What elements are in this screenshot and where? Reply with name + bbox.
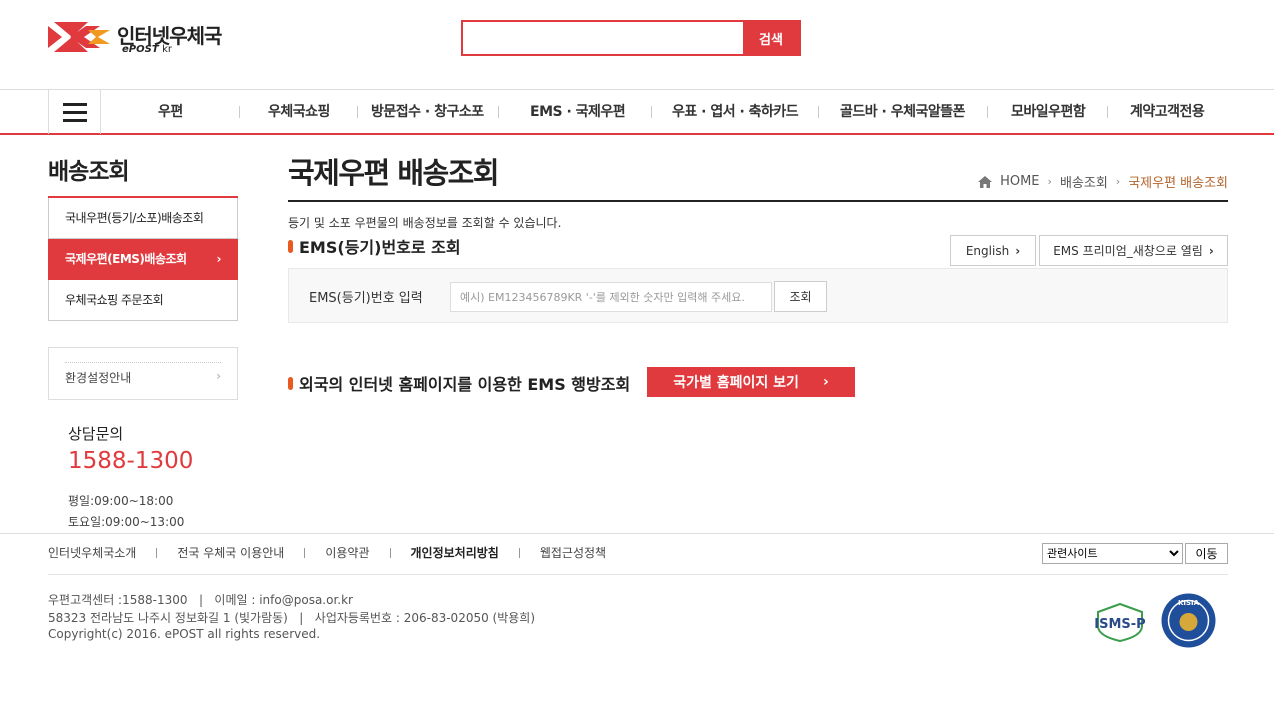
footer-link-offices[interactable]: 전국 우체국 이용안내: [177, 544, 284, 561]
country-homepage-button[interactable]: 국가별 홈페이지 보기 ›: [647, 367, 855, 397]
gnb-divider: [818, 106, 819, 118]
env-settings-label: 환경설정안내: [65, 371, 132, 385]
hamburger-icon-bar: [62, 102, 87, 106]
gnb-item-goldbar[interactable]: 골드바 · 우체국알뜰폰: [840, 90, 966, 134]
sidebar-title: 배송조회: [48, 159, 130, 185]
gnb-item-shopping[interactable]: 우체국쇼핑: [268, 90, 330, 134]
gnb-divider: [357, 106, 358, 118]
english-button[interactable]: English ›: [950, 235, 1036, 266]
sidebar-item-label: 국제우편(EMS)배송조회: [65, 252, 187, 266]
search-button[interactable]: 검색: [743, 22, 799, 54]
gnb-item-mobile[interactable]: 모바일우편함: [1011, 90, 1086, 134]
english-button-label: English: [965, 243, 1010, 258]
footer-link-divider: [156, 547, 158, 558]
footer-divider: [48, 574, 1228, 575]
footer-link-accessibility[interactable]: 웹접근성정책: [540, 544, 606, 561]
chevron-right-icon: ›: [1208, 243, 1214, 258]
page-title: 국제우편 배송조회: [288, 156, 500, 190]
gnb-divider: [651, 106, 652, 118]
all-menu-button[interactable]: [48, 90, 101, 134]
section-foreign-title-text: 외국의 인터넷 홈페이지를 이용한 EMS 행방조회: [299, 375, 631, 394]
footer-address: 58323 전라남도 나주시 정보화길 1 (빛가람동) | 사업자등록번호 :…: [48, 611, 536, 625]
chevron-right-icon: ›: [1015, 243, 1021, 258]
home-icon: [978, 175, 993, 188]
footer-link-divider: [389, 547, 391, 558]
ems-premium-label: EMS 프리미엄_새창으로 열림: [1053, 244, 1203, 258]
epost-logo-icon: [48, 22, 110, 52]
gnb-divider: [498, 106, 499, 118]
gnb-divider: [1107, 106, 1108, 118]
gnb-divider: [239, 106, 240, 118]
ems-search-form: EMS(등기)번호 입력 조회: [288, 268, 1228, 323]
gnb-item-ems[interactable]: EMS · 국제우편: [530, 90, 626, 134]
logo-subtitle: ePOST kr: [122, 44, 172, 55]
kisia-badge-icon: KISIA: [1161, 593, 1216, 648]
counsel-saturday-hours: 토요일:09:00~13:00: [68, 515, 185, 529]
related-sites-go-button[interactable]: 이동: [1185, 543, 1228, 564]
sidebar-item-label: 우체국쇼핑 주문조회: [65, 293, 164, 307]
sidebar-item-shopping-order[interactable]: 우체국쇼핑 주문조회: [48, 280, 238, 321]
footer-link-privacy[interactable]: 개인정보처리방침: [411, 544, 499, 561]
ems-number-input[interactable]: [450, 282, 772, 312]
breadcrumb-current: 국제우편 배송조회: [1128, 176, 1228, 191]
ems-number-label: EMS(등기)번호 입력: [309, 291, 423, 306]
chevron-right-icon: ›: [1047, 175, 1052, 188]
footer-link-divider: [518, 547, 520, 558]
chevron-right-icon: ›: [822, 374, 829, 390]
section-ems-title-text: EMS(등기)번호로 조회: [299, 238, 461, 257]
footer-links: 인터넷우체국소개 전국 우체국 이용안내 이용약관 개인정보처리방침 웹접근성정…: [48, 544, 606, 561]
gnb-item-stamp[interactable]: 우표 · 엽서 · 축하카드: [672, 90, 799, 134]
counsel-title: 상담문의: [68, 425, 124, 443]
isms-p-text: ISMS-P: [1094, 617, 1145, 632]
footer-divider: [0, 533, 1274, 534]
title-divider: [288, 200, 1228, 202]
epost-logo[interactable]: 인터넷우체국 ePOST kr: [48, 20, 238, 60]
counsel-weekday-hours: 평일:09:00~18:00: [68, 494, 174, 508]
gnb-item-visit[interactable]: 방문접수 · 창구소포: [371, 90, 484, 134]
isms-p-badge-icon: ISMS-P: [1094, 602, 1146, 642]
footer-contact: 우편고객센터 :1588-1300 | 이메일 : info@posa.or.k…: [48, 593, 353, 607]
gnb-item-contract[interactable]: 계약고객전용: [1130, 90, 1205, 134]
bullet-icon: [288, 376, 293, 390]
env-settings-link[interactable]: 환경설정안내 ›: [48, 347, 238, 400]
sidebar-menu: 국내우편(등기/소포)배송조회 국제우편(EMS)배송조회 › 우체국쇼핑 주문조…: [48, 196, 238, 321]
country-homepage-label: 국가별 홈페이지 보기: [673, 375, 799, 391]
breadcrumb-tracking[interactable]: 배송조회: [1060, 172, 1108, 191]
chevron-right-icon: ›: [216, 252, 222, 266]
sidebar-item-label: 국내우편(등기/소포)배송조회: [65, 211, 204, 225]
sidebar-item-domestic[interactable]: 국내우편(등기/소포)배송조회: [48, 198, 238, 239]
footer-link-divider: [304, 547, 306, 558]
footer-link-about[interactable]: 인터넷우체국소개: [48, 544, 136, 561]
breadcrumb-home[interactable]: HOME: [1000, 174, 1039, 189]
hamburger-icon-bar: [62, 118, 87, 122]
logo-sub-bold: ePOST: [122, 44, 159, 55]
kisia-text: KISIA: [1178, 599, 1200, 607]
page-description: 등기 및 소포 우편물의 배송정보를 조회할 수 있습니다.: [288, 216, 562, 230]
ems-search-button[interactable]: 조회: [774, 281, 827, 312]
counsel-phone: 1588-1300: [68, 448, 194, 474]
ems-premium-button[interactable]: EMS 프리미엄_새창으로 열림 ›: [1039, 235, 1228, 266]
footer-copyright: Copyright(c) 2016. ePOST all rights rese…: [48, 627, 321, 641]
search-input[interactable]: [463, 22, 743, 54]
gnb-item-post[interactable]: 우편: [158, 90, 183, 134]
chevron-right-icon: ›: [216, 369, 221, 383]
search-box: 검색: [461, 20, 801, 56]
sidebar-item-international[interactable]: 국제우편(EMS)배송조회 ›: [48, 239, 238, 280]
footer-link-terms[interactable]: 이용약관: [325, 544, 369, 561]
breadcrumb: HOME › 배송조회 › 국제우편 배송조회: [978, 172, 1228, 191]
section-foreign-title: 외국의 인터넷 홈페이지를 이용한 EMS 행방조회: [288, 371, 630, 395]
global-nav: 우편 우체국쇼핑 방문접수 · 창구소포 EMS · 국제우편 우표 · 엽서 …: [0, 89, 1274, 135]
chevron-right-icon: ›: [1115, 175, 1121, 188]
logo-sub-plain: kr: [162, 44, 173, 55]
hamburger-icon-bar: [62, 110, 87, 114]
gnb-divider: [987, 106, 988, 118]
related-sites-select[interactable]: 관련사이트: [1042, 543, 1183, 564]
bullet-icon: [288, 239, 293, 253]
section-ems-title: EMS(등기)번호로 조회: [288, 234, 461, 258]
